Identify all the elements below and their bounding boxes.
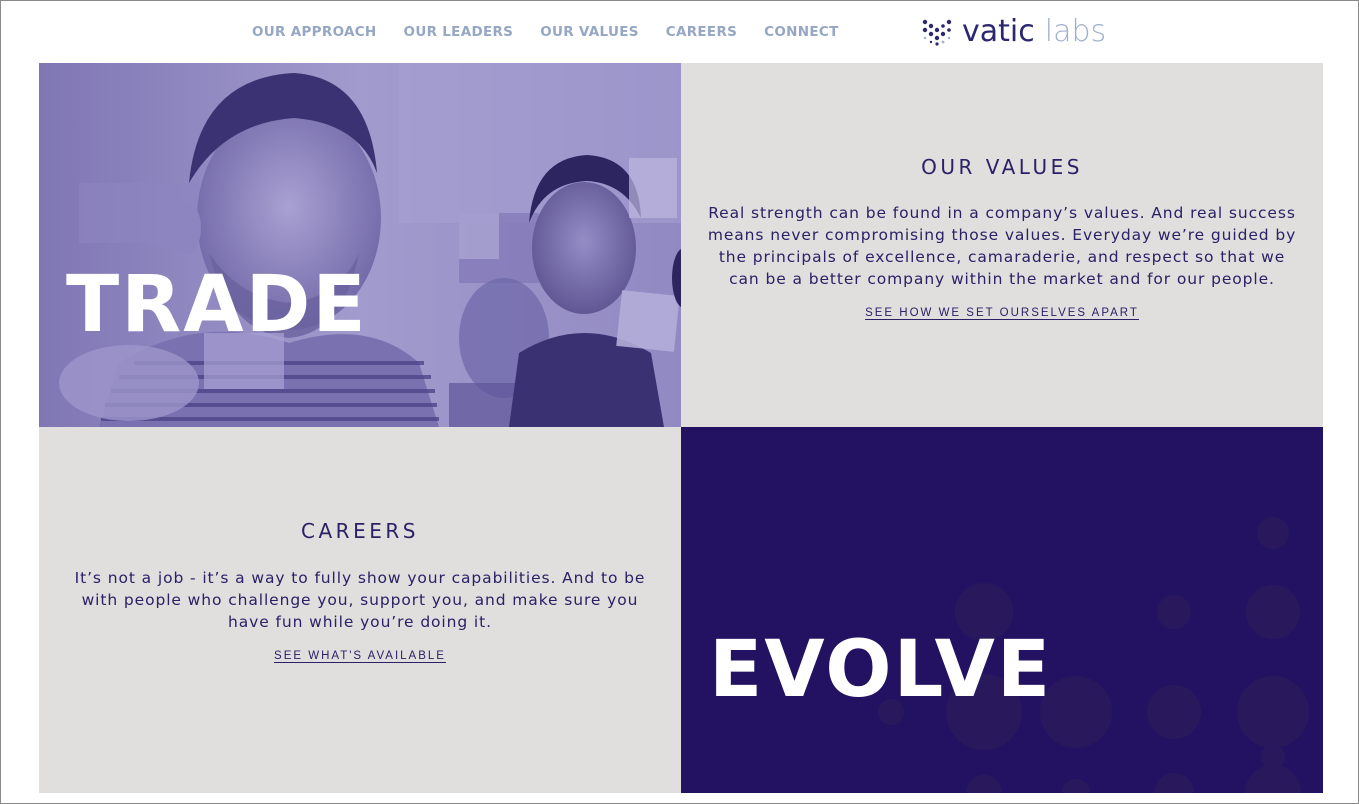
- trade-photo: [39, 63, 681, 427]
- see-how-we-set-ourselves-apart-link[interactable]: SEE HOW WE SET OURSELVES APART: [865, 307, 1139, 319]
- logo-word-labs: labs: [1044, 14, 1107, 49]
- nav-connect[interactable]: CONNECT: [764, 23, 838, 41]
- our-values-heading: OUR VALUES: [921, 155, 1083, 179]
- careers-content: CAREERS It’s not a job - it’s a way to f…: [39, 519, 681, 664]
- see-whats-available-link[interactable]: SEE WHAT'S AVAILABLE: [274, 650, 446, 662]
- nav-our-approach[interactable]: OUR APPROACH: [252, 23, 377, 41]
- our-values-content: OUR VALUES Real strength can be found in…: [681, 155, 1323, 321]
- our-values-tile: OUR VALUES Real strength can be found in…: [681, 63, 1323, 427]
- main-nav: OUR APPROACH OUR LEADERS OUR VALUES CARE…: [252, 23, 866, 41]
- trade-tile: TRADE: [39, 63, 681, 427]
- trade-word: TRADE: [66, 260, 368, 350]
- evolve-word: EVOLVE: [709, 625, 1053, 715]
- nav-careers[interactable]: CAREERS: [666, 23, 737, 41]
- careers-body: It’s not a job - it’s a way to fully sho…: [74, 569, 646, 631]
- evolve-tile: EVOLVE: [681, 427, 1323, 793]
- nav-our-values[interactable]: OUR VALUES: [540, 23, 639, 41]
- nav-our-leaders[interactable]: OUR LEADERS: [404, 23, 514, 41]
- logo-word-vatic: vatic: [962, 14, 1035, 49]
- dots-pattern: [878, 517, 1309, 793]
- page: OUR APPROACH OUR LEADERS OUR VALUES CARE…: [0, 0, 1359, 804]
- our-values-body: Real strength can be found in a company’…: [707, 204, 1297, 288]
- careers-tile: CAREERS It’s not a job - it’s a way to f…: [39, 427, 681, 793]
- vatic-labs-logo[interactable]: vatic labs: [922, 15, 1106, 49]
- careers-heading: CAREERS: [301, 519, 419, 543]
- logo-dots-icon: [922, 19, 952, 46]
